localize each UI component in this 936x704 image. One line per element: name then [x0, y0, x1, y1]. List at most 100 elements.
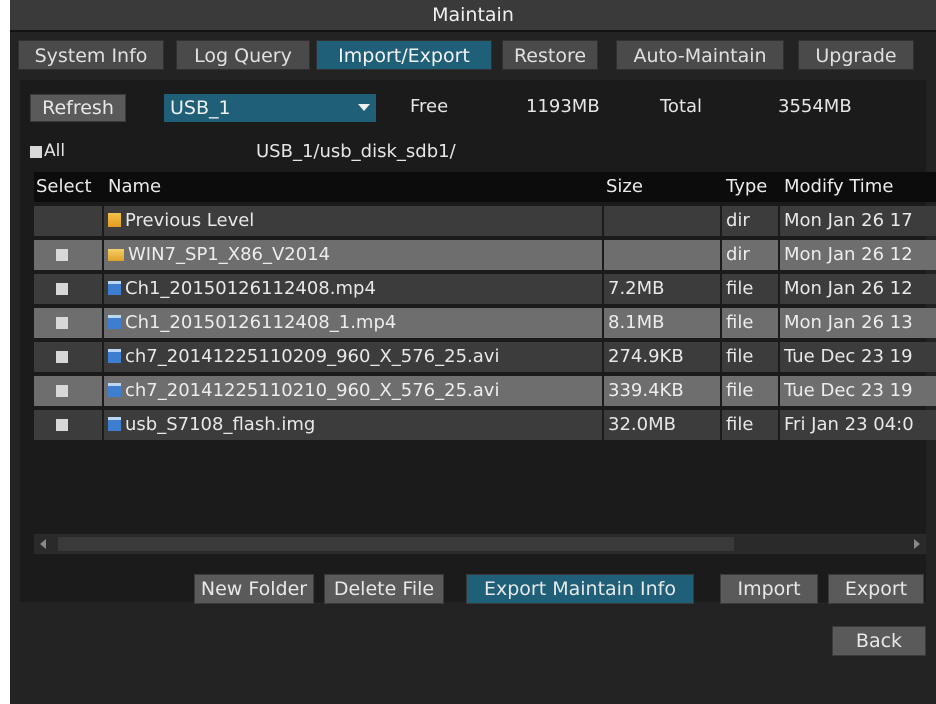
table-row[interactable]: WIN7_SP1_X86_V2014 dir Mon Jan 26 12 — [34, 240, 936, 270]
cell-type: file — [722, 376, 778, 406]
row-checkbox[interactable] — [56, 283, 68, 295]
cell-select — [34, 308, 102, 338]
export-button[interactable]: Export — [828, 574, 924, 604]
cell-name: ch7_20141225110210_960_X_576_25.avi — [104, 376, 602, 406]
file-modify-time: Mon Jan 26 13 — [784, 312, 913, 333]
file-type: dir — [726, 210, 750, 231]
export-maintain-info-button[interactable]: Export Maintain Info — [466, 574, 694, 604]
scroll-left-icon[interactable] — [40, 539, 46, 549]
table-row[interactable]: usb_S7108_flash.img 32.0MB file Fri Jan 23 … — [34, 410, 936, 440]
cell-size: 339.4KB — [604, 376, 720, 406]
refresh-button[interactable]: Refresh — [30, 94, 126, 122]
cell-name: Ch1_20150126112408_1.mp4 — [104, 308, 602, 338]
chevron-down-icon — [358, 104, 370, 111]
file-modify-time: Fri Jan 23 04:0 — [784, 414, 914, 435]
new-folder-button[interactable]: New Folder — [194, 574, 314, 604]
file-type: file — [726, 380, 754, 401]
cell-type: file — [722, 308, 778, 338]
cell-select — [34, 206, 102, 236]
file-icon — [108, 281, 121, 295]
tab-auto-maintain[interactable]: Auto-Maintain — [616, 40, 784, 70]
file-name: usb_S7108_flash.img — [125, 414, 316, 435]
cell-select — [34, 274, 102, 304]
table-row[interactable]: ch7_20141225110209_960_X_576_25.avi 274.9… — [34, 342, 936, 372]
file-type: file — [726, 414, 754, 435]
up-level-icon — [108, 213, 121, 227]
horizontal-scrollbar[interactable] — [34, 534, 926, 554]
row-checkbox[interactable] — [56, 317, 68, 329]
file-size: 274.9KB — [608, 346, 684, 367]
scroll-right-icon[interactable] — [914, 539, 920, 549]
file-size: 339.4KB — [608, 380, 684, 401]
cell-name: Ch1_20150126112408.mp4 — [104, 274, 602, 304]
total-value: 3554MB — [778, 96, 852, 117]
select-all-label: All — [44, 141, 66, 161]
file-icon — [108, 383, 121, 397]
table-row[interactable]: Ch1_20150126112408.mp4 7.2MB file Mon Jan 2… — [34, 274, 936, 304]
row-checkbox[interactable] — [56, 249, 68, 261]
delete-file-button[interactable]: Delete File — [324, 574, 444, 604]
file-name: Ch1_20150126112408.mp4 — [125, 278, 376, 299]
scrollbar-thumb[interactable] — [58, 537, 734, 551]
file-icon — [108, 349, 121, 363]
file-size: 7.2MB — [608, 278, 665, 299]
header-type[interactable]: Type — [726, 172, 767, 202]
file-modify-time: Tue Dec 23 19 — [784, 346, 913, 367]
folder-icon — [108, 249, 124, 261]
table-row[interactable]: Previous Level dir Mon Jan 26 17 — [34, 206, 936, 236]
row-checkbox[interactable] — [56, 385, 68, 397]
cell-select — [34, 240, 102, 270]
file-name: Ch1_20150126112408_1.mp4 — [125, 312, 397, 333]
tab-system-info[interactable]: System Info — [18, 40, 164, 70]
cell-size — [604, 206, 720, 236]
table-row[interactable]: ch7_20141225110210_960_X_576_25.avi 339.4… — [34, 376, 936, 406]
free-label: Free — [410, 96, 449, 117]
cell-type: dir — [722, 206, 778, 236]
file-modify-time: Mon Jan 26 17 — [784, 210, 913, 231]
cell-select — [34, 376, 102, 406]
cell-modify-time: Tue Dec 23 19 — [780, 376, 936, 406]
device-select[interactable]: USB_1 — [164, 94, 376, 122]
cell-name: usb_S7108_flash.img — [104, 410, 602, 440]
file-modify-time: Mon Jan 26 12 — [784, 278, 913, 299]
header-name[interactable]: Name — [108, 172, 161, 202]
current-path: USB_1/usb_disk_sdb1/ — [256, 141, 456, 162]
tab-bar: System Info Log Query Import/Export Rest… — [10, 40, 936, 70]
file-name: ch7_20141225110209_960_X_576_25.avi — [125, 346, 500, 367]
row-checkbox[interactable] — [56, 419, 68, 431]
cell-size — [604, 240, 720, 270]
cell-size: 32.0MB — [604, 410, 720, 440]
row-checkbox[interactable] — [56, 351, 68, 363]
header-size[interactable]: Size — [606, 172, 643, 202]
cell-size: 7.2MB — [604, 274, 720, 304]
cell-modify-time: Mon Jan 26 13 — [780, 308, 936, 338]
file-icon — [108, 315, 121, 329]
table-row[interactable]: Ch1_20150126112408_1.mp4 8.1MB file Mon Jan… — [34, 308, 936, 338]
header-modify-time[interactable]: Modify Time — [784, 172, 893, 202]
header-select: Select — [36, 176, 92, 197]
cell-select — [34, 342, 102, 372]
cell-select — [34, 410, 102, 440]
window-title: Maintain — [10, 0, 936, 30]
tab-restore[interactable]: Restore — [502, 40, 598, 70]
cell-size: 8.1MB — [604, 308, 720, 338]
cell-type: file — [722, 342, 778, 372]
free-value: 1193MB — [526, 96, 600, 117]
total-label: Total — [660, 96, 703, 117]
file-size: 32.0MB — [608, 414, 676, 435]
file-name: Previous Level — [125, 210, 255, 231]
tab-upgrade[interactable]: Upgrade — [798, 40, 914, 70]
tab-log-query[interactable]: Log Query — [176, 40, 310, 70]
cell-name: ch7_20141225110209_960_X_576_25.avi — [104, 342, 602, 372]
select-all-checkbox[interactable] — [30, 146, 42, 158]
cell-modify-time: Tue Dec 23 19 — [780, 342, 936, 372]
file-size: 8.1MB — [608, 312, 665, 333]
cell-modify-time: Mon Jan 26 17 — [780, 206, 936, 236]
import-button[interactable]: Import — [720, 574, 818, 604]
tab-import-export[interactable]: Import/Export — [316, 40, 492, 70]
cell-type: file — [722, 274, 778, 304]
file-type: dir — [726, 244, 750, 265]
back-button[interactable]: Back — [832, 626, 926, 656]
cell-type: dir — [722, 240, 778, 270]
file-modify-time: Mon Jan 26 12 — [784, 244, 913, 265]
